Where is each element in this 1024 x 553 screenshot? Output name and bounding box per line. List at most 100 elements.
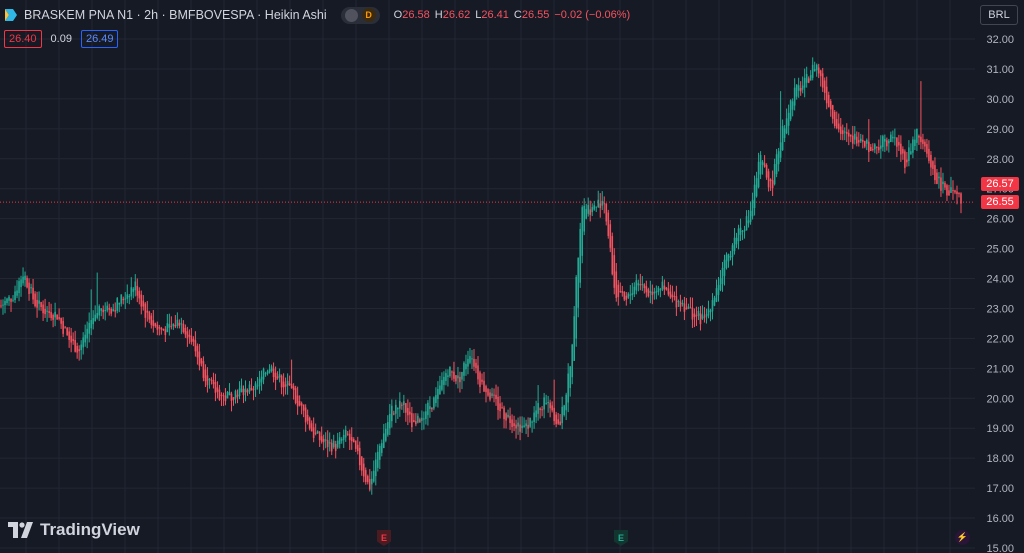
- candle-body: [174, 324, 177, 327]
- bid-ask-row: 26.40 0.09 26.49: [4, 30, 119, 48]
- candle-body: [775, 154, 778, 175]
- candle-body: [481, 379, 483, 382]
- candle-body: [581, 207, 584, 256]
- candle-body: [631, 293, 634, 296]
- candle-body: [140, 294, 143, 307]
- candle-body: [114, 310, 117, 312]
- buy-price-button[interactable]: 26.49: [80, 30, 119, 48]
- candle-body: [194, 340, 197, 352]
- delayed-badge: D: [361, 8, 376, 22]
- candle-body: [118, 302, 121, 305]
- candle-body: [533, 412, 535, 422]
- open-label: O: [393, 9, 403, 21]
- candle-body: [387, 422, 389, 435]
- price-tick-label: 17.00: [986, 483, 1014, 495]
- candle-body: [866, 139, 868, 144]
- candle-body: [296, 395, 299, 407]
- tradingview-logo[interactable]: TradingView: [8, 520, 140, 540]
- candle-body: [344, 429, 347, 438]
- candle-body: [894, 137, 896, 139]
- candle-body: [270, 366, 273, 371]
- market-status-pill[interactable]: D: [340, 6, 380, 24]
- candle-body: [44, 308, 46, 315]
- candle-body: [673, 295, 676, 297]
- candle-body: [942, 181, 944, 185]
- candle-body: [743, 229, 746, 232]
- candle-body: [76, 345, 78, 353]
- candle-body: [212, 379, 215, 385]
- candle-body: [28, 282, 30, 295]
- candle-body: [904, 151, 906, 168]
- candle-body: [930, 154, 932, 168]
- candle-body: [954, 190, 956, 193]
- candle-body: [597, 199, 600, 208]
- candle-body: [473, 358, 475, 367]
- candle-body: [385, 428, 387, 441]
- candle-body: [230, 393, 233, 401]
- candle-body: [348, 433, 351, 441]
- candle-body: [66, 327, 68, 335]
- candle-body: [691, 307, 694, 320]
- candle-body: [821, 73, 824, 88]
- candle-body: [868, 141, 870, 153]
- sell-price-button[interactable]: 26.40: [4, 30, 42, 48]
- candle-body: [116, 298, 119, 311]
- candle-body: [56, 314, 58, 320]
- candle-body: [783, 128, 786, 139]
- candle-body: [84, 334, 86, 343]
- candle-body: [928, 148, 930, 161]
- candle-body: [158, 327, 161, 329]
- candle-body: [130, 287, 133, 297]
- candle-body: [892, 136, 894, 139]
- candle-body: [878, 147, 880, 151]
- candle-body: [755, 178, 758, 197]
- dividend-event-icon[interactable]: ⚡: [955, 530, 970, 545]
- high-label: H: [434, 9, 443, 21]
- price-tick-label: 26.00: [986, 214, 1014, 226]
- candle-body: [395, 404, 397, 414]
- price-chart[interactable]: 32.0031.0030.0029.0028.0027.0026.0025.00…: [0, 0, 1024, 553]
- candle-body: [737, 228, 740, 242]
- candle-body: [938, 176, 940, 179]
- candle-body: [4, 301, 6, 306]
- candle-body: [318, 432, 321, 441]
- candle-body: [890, 134, 892, 143]
- candle-body: [202, 361, 205, 378]
- high-value: 26.62: [442, 9, 471, 21]
- candle-body: [561, 406, 563, 424]
- candle-body: [553, 407, 555, 422]
- candle-body: [252, 389, 255, 391]
- candle-body: [751, 199, 754, 217]
- candle-body: [872, 148, 874, 150]
- candle-body: [455, 375, 457, 382]
- candle-body: [340, 439, 343, 441]
- candle-body: [499, 403, 501, 412]
- candle-body: [152, 320, 155, 327]
- currency-button[interactable]: BRL: [980, 5, 1018, 25]
- candle-body: [721, 267, 724, 285]
- candle-body: [663, 285, 666, 290]
- symbol-title[interactable]: BRASKEM PNA N1 · 2h · BMFBOVESPA · Heiki…: [24, 8, 327, 22]
- candle-body: [14, 291, 16, 301]
- candle-body: [908, 147, 910, 161]
- candle-body: [932, 161, 934, 169]
- candle-body: [683, 303, 686, 312]
- candle-body: [845, 131, 848, 134]
- candle-body: [208, 378, 211, 381]
- candle-body: [870, 146, 872, 152]
- candle-body: [88, 322, 90, 334]
- candle-body: [294, 388, 297, 403]
- candle-body: [324, 439, 327, 441]
- candle-body: [713, 297, 716, 306]
- open-value: 26.58: [402, 9, 430, 21]
- candle-body: [60, 318, 62, 324]
- vertical-gridlines: [25, 0, 951, 553]
- candle-body: [665, 287, 668, 290]
- candle-body: [80, 344, 82, 351]
- price-tick-label: 22.00: [986, 333, 1014, 345]
- candle-body: [759, 154, 762, 175]
- candle-body: [120, 294, 123, 304]
- candle-body: [457, 375, 459, 379]
- candle-body: [819, 70, 822, 77]
- candle-body: [669, 291, 672, 298]
